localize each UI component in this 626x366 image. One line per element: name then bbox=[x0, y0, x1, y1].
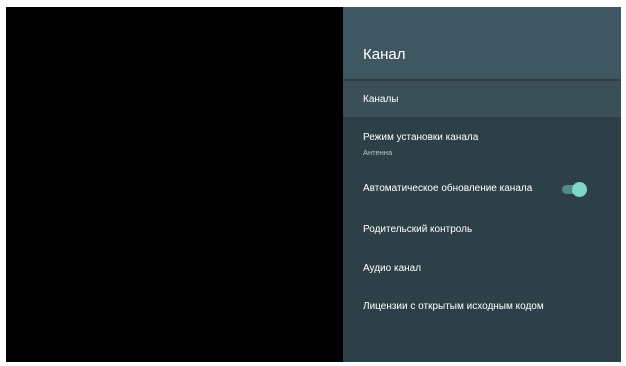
menu-item-channels[interactable]: Каналы bbox=[343, 81, 621, 117]
panel-title: Канал bbox=[363, 46, 406, 63]
auto-update-toggle[interactable] bbox=[562, 182, 587, 197]
menu-item-label: Лицензии с открытым исходным кодом bbox=[363, 301, 544, 312]
menu-item-label: Каналы bbox=[363, 94, 399, 105]
video-preview bbox=[6, 7, 343, 362]
menu-item-label: Автоматическое обновление канала bbox=[363, 183, 533, 194]
menu-item-install-mode[interactable]: Режим установки канала Антенна bbox=[343, 125, 621, 165]
toggle-knob bbox=[572, 182, 587, 197]
settings-panel: Канал Каналы Режим установки канала Анте… bbox=[343, 7, 621, 362]
menu-item-auto-update[interactable]: Автоматическое обновление канала bbox=[343, 179, 621, 199]
menu-item-audio-channel[interactable]: Аудио канал bbox=[343, 259, 621, 279]
menu-item-parental-control[interactable]: Родительский контроль bbox=[343, 220, 621, 240]
menu-item-label: Режим установки канала bbox=[363, 132, 479, 143]
panel-header: Канал bbox=[343, 7, 621, 79]
menu-item-open-source-licenses[interactable]: Лицензии с открытым исходным кодом bbox=[343, 297, 621, 317]
menu-item-value: Антенна bbox=[363, 148, 393, 157]
menu-item-label: Аудио канал bbox=[363, 263, 422, 274]
tv-screen: Канал Каналы Режим установки канала Анте… bbox=[6, 7, 621, 362]
menu-item-label: Родительский контроль bbox=[363, 224, 473, 235]
